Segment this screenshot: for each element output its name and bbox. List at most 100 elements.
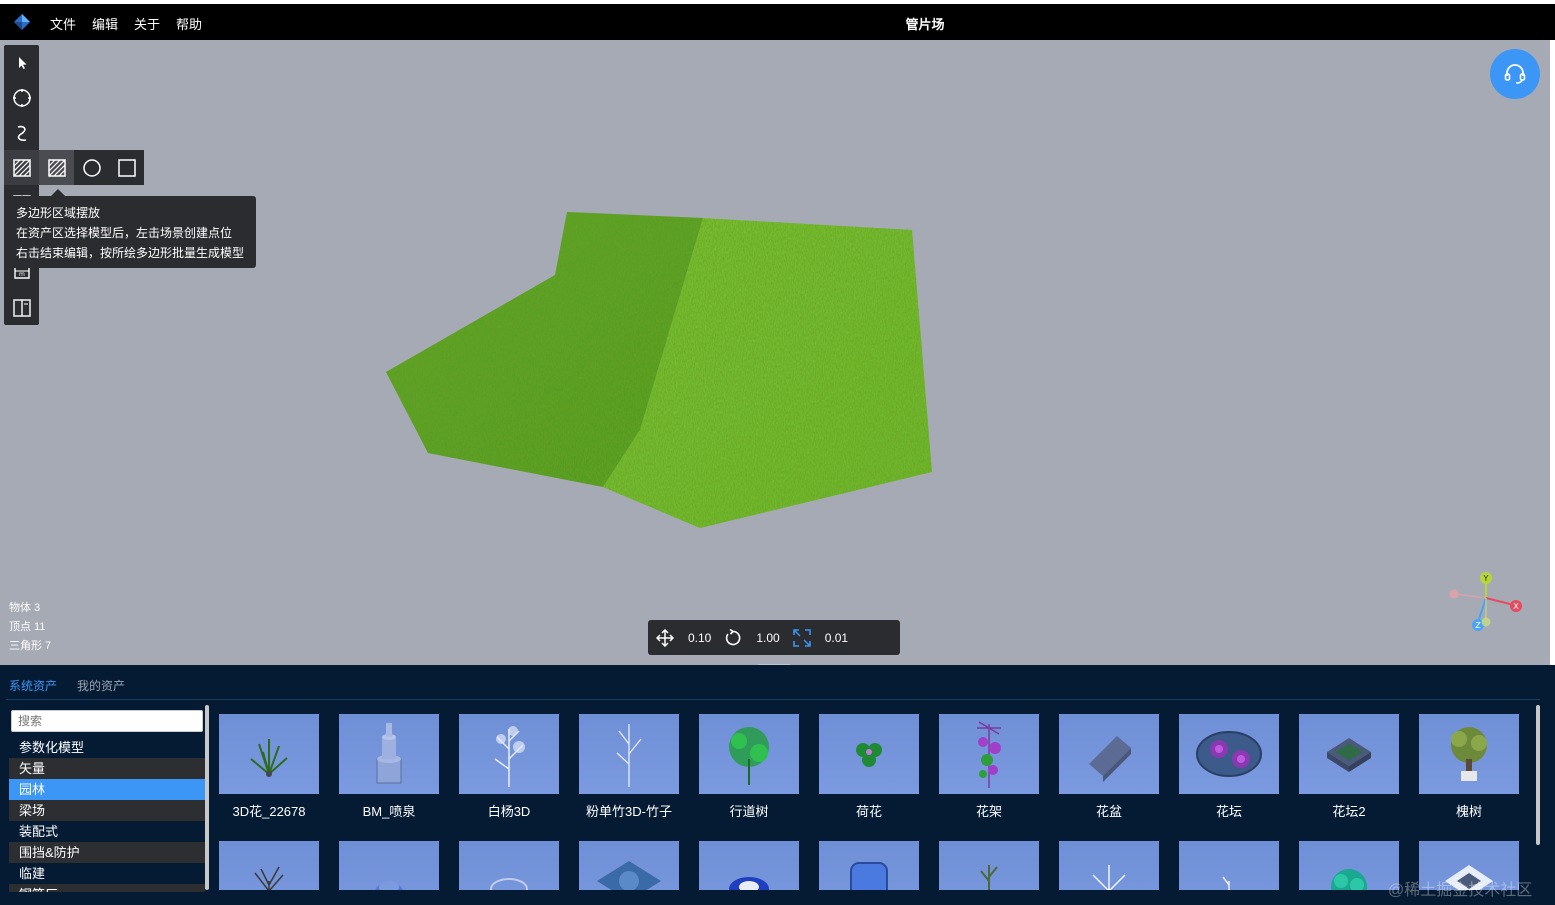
category-item[interactable]: 钢筋厂	[9, 884, 205, 892]
asset-card[interactable]	[459, 841, 559, 890]
category-item[interactable]: 参数化模型	[9, 737, 205, 758]
asset-card[interactable]	[699, 841, 799, 890]
asset-name: 白杨3D	[487, 804, 531, 819]
scale-step[interactable]: 0.01	[792, 628, 848, 647]
svg-text:m: m	[19, 271, 25, 278]
scale-step-value[interactable]: 0.01	[825, 631, 848, 645]
asset-grid: 3D花_22678 BM_喷泉 白杨3D 粉单竹3D-竹子 行道树 荷花 花架 …	[219, 714, 1534, 890]
category-item-selected[interactable]: 园林	[9, 779, 205, 800]
asset-name: 槐树	[1455, 804, 1482, 819]
asset-card[interactable]: 3D花_22678	[219, 714, 319, 820]
category-list: 参数化模型 矢量 园林 梁场 装配式 围挡&防护 临建 钢筋厂	[9, 737, 205, 892]
asset-thumbnail	[339, 714, 439, 794]
category-item[interactable]: 装配式	[9, 821, 205, 842]
area-placement-subbar	[39, 150, 144, 185]
asset-card[interactable]: 行道树	[699, 714, 799, 820]
vertex-count: 顶点 11	[9, 621, 46, 633]
move-step[interactable]: 0.10	[656, 628, 711, 647]
asset-name: 行道树	[729, 804, 769, 819]
circle-area-button[interactable]	[74, 150, 109, 185]
asset-thumbnail	[819, 714, 919, 794]
scene-viewport[interactable]: m 多边形区域摆放 在资产区选择模型后，左击场景创建点位 右击结束编辑，按所绘多…	[0, 40, 1550, 665]
tab-divider	[6, 699, 1540, 700]
asset-card[interactable]	[339, 841, 439, 890]
asset-thumbnail	[939, 841, 1039, 890]
asset-thumbnail	[939, 714, 1039, 794]
scale-icon	[792, 628, 811, 647]
transform-step-bar: 0.10 1.00 0.01	[648, 620, 900, 655]
asset-card[interactable]	[939, 841, 1039, 890]
rotate-step-value[interactable]: 1.00	[756, 631, 779, 645]
grass-model[interactable]	[0, 40, 1550, 665]
asset-thumbnail	[1179, 714, 1279, 794]
asset-card[interactable]: 槐树	[1419, 714, 1519, 820]
circle-select-tool-button[interactable]	[4, 80, 39, 115]
asset-card[interactable]: 荷花	[819, 714, 919, 820]
asset-thumbnail	[699, 841, 799, 890]
rotate-step[interactable]: 1.00	[724, 628, 780, 647]
top-bar: 文件 编辑 关于 帮助 管片场	[0, 0, 1555, 40]
asset-name: 花坛2	[1332, 804, 1366, 819]
asset-thumbnail	[459, 714, 559, 794]
split-view-tool-button[interactable]	[4, 290, 39, 325]
move-icon	[656, 628, 674, 647]
rect-area-button[interactable]	[109, 150, 144, 185]
asset-thumbnail	[1299, 714, 1399, 794]
tooltip-line-2: 右击结束编辑，按所绘多边形批量生成模型	[16, 246, 245, 260]
asset-name: 花坛	[1215, 804, 1242, 819]
polygon-area-tool-button[interactable]	[4, 150, 39, 185]
polygon-area-alt-button[interactable]	[39, 150, 74, 185]
curve-tool-button[interactable]	[4, 115, 39, 150]
asset-card[interactable]	[819, 841, 919, 890]
asset-search-input[interactable]	[11, 710, 203, 732]
support-button[interactable]	[1490, 49, 1540, 99]
polygon-area-icon	[12, 158, 31, 177]
asset-tabs: 系统资产 我的资产	[9, 677, 125, 694]
asset-card[interactable]	[579, 841, 679, 890]
asset-card[interactable]: 白杨3D	[459, 714, 559, 820]
pointer-tool-button[interactable]	[4, 45, 39, 80]
asset-card[interactable]: 花坛	[1179, 714, 1279, 820]
asset-name: 花盆	[1095, 804, 1122, 819]
category-item[interactable]: 围挡&防护	[9, 842, 205, 863]
asset-thumbnail	[459, 841, 559, 890]
category-item[interactable]: 梁场	[9, 800, 205, 821]
gizmo-z-label: Z	[1475, 621, 1481, 630]
asset-name: 荷花	[855, 804, 882, 819]
asset-card[interactable]: 花盆	[1059, 714, 1159, 820]
circle-select-icon	[12, 88, 31, 107]
asset-card[interactable]	[219, 841, 319, 890]
split-view-icon	[12, 298, 31, 317]
category-item[interactable]: 矢量	[9, 758, 205, 779]
asset-thumbnail	[219, 714, 319, 794]
asset-thumbnail	[1419, 714, 1519, 794]
category-item[interactable]: 临建	[9, 863, 205, 884]
asset-card[interactable]	[1059, 841, 1159, 890]
asset-thumbnail	[699, 714, 799, 794]
asset-thumbnail	[1179, 841, 1279, 890]
asset-scrollbar[interactable]	[1536, 705, 1540, 845]
tab-system-assets[interactable]: 系统资产	[9, 677, 57, 694]
scene-stats: 物体 3 顶点 11 三角形 7	[9, 599, 51, 656]
asset-thumbnail	[219, 841, 319, 890]
category-scrollbar[interactable]	[205, 705, 209, 890]
asset-name: 花架	[975, 804, 1002, 819]
tooltip-title: 多边形区域摆放	[16, 206, 101, 220]
asset-card[interactable]	[1179, 841, 1279, 890]
pointer-icon	[18, 56, 26, 69]
app-title: 管片场	[905, 17, 945, 32]
asset-card[interactable]: 花坛2	[1299, 714, 1399, 820]
headset-icon	[1504, 64, 1526, 84]
asset-name: 粉单竹3D-竹子	[586, 804, 672, 819]
gizmo-x-label: X	[1513, 602, 1519, 611]
watermark: @稀土掘金技术社区	[1388, 882, 1533, 899]
asset-card[interactable]: 花架	[939, 714, 1039, 820]
asset-card[interactable]: BM_喷泉	[339, 714, 439, 820]
asset-thumbnail	[339, 841, 439, 890]
asset-card[interactable]: 粉单竹3D-竹子	[579, 714, 679, 820]
app-root: 文件 编辑 关于 帮助 管片场 m 多边形区域摆放 在资产区选择模型后，左击场景…	[0, 0, 1555, 905]
axis-gizmo[interactable]: Y X Z	[1444, 570, 1530, 636]
asset-card[interactable]	[1299, 841, 1399, 890]
tab-my-assets[interactable]: 我的资产	[77, 677, 125, 694]
move-step-value[interactable]: 0.10	[688, 631, 711, 645]
